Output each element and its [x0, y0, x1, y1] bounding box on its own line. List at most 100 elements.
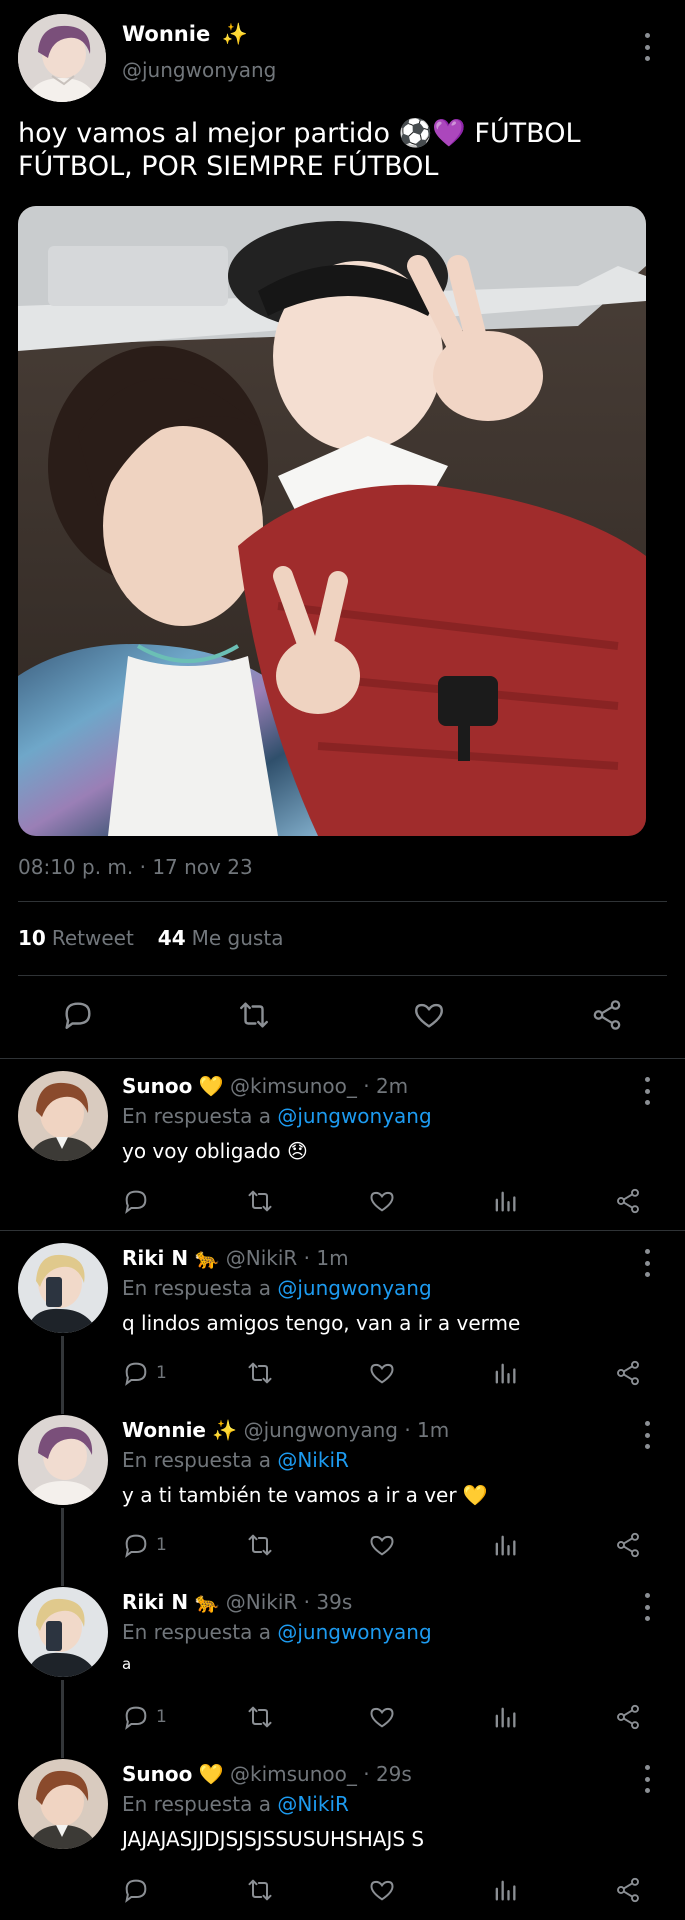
user-handle[interactable]: @jungwonyang: [244, 1418, 398, 1442]
like-count: 44: [157, 926, 186, 950]
reply-to-link[interactable]: @NikiR: [277, 1792, 349, 1816]
display-name[interactable]: Riki N: [122, 1246, 188, 1270]
tweet-photo[interactable]: [18, 206, 646, 836]
analytics-icon: [495, 1363, 516, 1384]
divider: [18, 901, 667, 902]
reply-prefix: En respuesta a: [122, 1620, 271, 1644]
views-button[interactable]: [491, 1181, 519, 1221]
retweet-button[interactable]: [245, 1181, 275, 1221]
like-button[interactable]: [368, 1353, 396, 1393]
reply-button[interactable]: 1: [122, 1697, 167, 1737]
retweet-icon: [240, 1002, 268, 1028]
reply-time: · 1m: [303, 1246, 349, 1270]
sparkles-emoji: ✨: [221, 22, 248, 46]
display-name[interactable]: Sunoo: [122, 1762, 192, 1786]
divider: [0, 1230, 685, 1231]
retweet-stat[interactable]: 10 Retweet: [18, 926, 134, 950]
like-button[interactable]: [404, 990, 454, 1040]
display-name[interactable]: Wonnie ✨: [122, 22, 248, 47]
tweet-timestamp[interactable]: 08:10 p. m. · 17 nov 23: [18, 855, 253, 879]
like-icon: [370, 1191, 394, 1212]
share-icon: [617, 1360, 639, 1386]
user-handle[interactable]: @jungwonyang: [122, 58, 276, 82]
views-button[interactable]: [491, 1353, 519, 1393]
reply-text: q lindos amigos tengo, van a ir a verme: [122, 1311, 521, 1335]
retweet-button[interactable]: [245, 1353, 275, 1393]
reply-header: Riki N 🐆 @NikiR · 39s: [122, 1590, 352, 1614]
share-button[interactable]: [614, 1525, 642, 1565]
views-button[interactable]: [491, 1697, 519, 1737]
retweet-button[interactable]: [245, 1870, 275, 1910]
display-name[interactable]: Riki N: [122, 1590, 188, 1614]
reply-button[interactable]: [53, 990, 103, 1040]
reply-prefix: En respuesta a: [122, 1792, 271, 1816]
avatar[interactable]: [18, 1759, 108, 1849]
reply-button[interactable]: 1: [122, 1353, 167, 1393]
leopard-emoji: 🐆: [194, 1590, 220, 1614]
share-icon: [617, 1532, 639, 1558]
like-button[interactable]: [368, 1697, 396, 1737]
reply-context: En respuesta a @NikiR: [122, 1448, 349, 1472]
share-button[interactable]: [614, 1181, 642, 1221]
share-button[interactable]: [614, 1697, 642, 1737]
tweet-action-bar: [0, 990, 685, 1040]
display-name[interactable]: Sunoo: [122, 1074, 192, 1098]
avatar[interactable]: [18, 1243, 108, 1333]
divider: [0, 1058, 685, 1059]
reply-time: · 39s: [303, 1590, 353, 1614]
reply-button[interactable]: [122, 1870, 156, 1910]
avatar[interactable]: [18, 1587, 108, 1677]
user-handle[interactable]: @kimsunoo_: [230, 1074, 357, 1098]
reply-icon: [125, 1706, 147, 1730]
avatar[interactable]: [18, 1415, 108, 1505]
views-button[interactable]: [491, 1525, 519, 1565]
like-icon: [415, 1003, 443, 1028]
analytics-icon: [495, 1191, 516, 1212]
like-stat[interactable]: 44 Me gusta: [158, 926, 284, 950]
like-button[interactable]: [368, 1870, 396, 1910]
reply-to-link[interactable]: @jungwonyang: [277, 1620, 431, 1644]
like-icon: [370, 1707, 394, 1728]
reply-action-bar: 1: [0, 1697, 685, 1737]
more-options-icon[interactable]: [642, 33, 652, 61]
analytics-icon: [495, 1880, 516, 1901]
share-button[interactable]: [614, 1353, 642, 1393]
more-options-icon[interactable]: [642, 1249, 652, 1277]
share-button[interactable]: [582, 990, 632, 1040]
share-button[interactable]: [614, 1870, 642, 1910]
reply-to-link[interactable]: @jungwonyang: [277, 1104, 431, 1128]
user-handle[interactable]: @NikiR: [226, 1590, 298, 1614]
reply-button[interactable]: [122, 1181, 156, 1221]
like-button[interactable]: [368, 1181, 396, 1221]
retweet-icon: [248, 1534, 272, 1556]
reply-time: · 29s: [363, 1762, 412, 1786]
reply-context: En respuesta a @jungwonyang: [122, 1276, 432, 1300]
reply-action-bar: 1: [0, 1525, 685, 1565]
like-button[interactable]: [368, 1525, 396, 1565]
retweet-button[interactable]: [245, 1697, 275, 1737]
user-handle[interactable]: @kimsunoo_: [230, 1762, 357, 1786]
more-options-icon[interactable]: [642, 1765, 652, 1793]
more-options-icon[interactable]: [642, 1077, 652, 1105]
reply-context: En respuesta a @NikiR: [122, 1792, 349, 1816]
avatar[interactable]: [18, 1071, 108, 1161]
tweet-stats: 10 Retweet 44 Me gusta: [18, 926, 283, 950]
retweet-button[interactable]: [229, 990, 279, 1040]
avatar[interactable]: [18, 14, 106, 102]
views-button[interactable]: [491, 1870, 519, 1910]
retweet-icon: [248, 1362, 272, 1384]
reply-icon: [125, 1879, 147, 1903]
more-options-icon[interactable]: [642, 1421, 652, 1449]
leopard-emoji: 🐆: [194, 1246, 220, 1270]
more-options-icon[interactable]: [642, 1593, 652, 1621]
display-name[interactable]: Wonnie: [122, 1418, 206, 1442]
reply-to-link[interactable]: @NikiR: [277, 1448, 349, 1472]
retweet-icon: [248, 1879, 272, 1901]
reply-to-link[interactable]: @jungwonyang: [277, 1276, 431, 1300]
user-handle[interactable]: @NikiR: [226, 1246, 298, 1270]
reply-button[interactable]: 1: [122, 1525, 167, 1565]
reply-action-bar: [0, 1181, 685, 1221]
share-icon: [617, 1188, 639, 1214]
like-icon: [370, 1363, 394, 1384]
retweet-button[interactable]: [245, 1525, 275, 1565]
